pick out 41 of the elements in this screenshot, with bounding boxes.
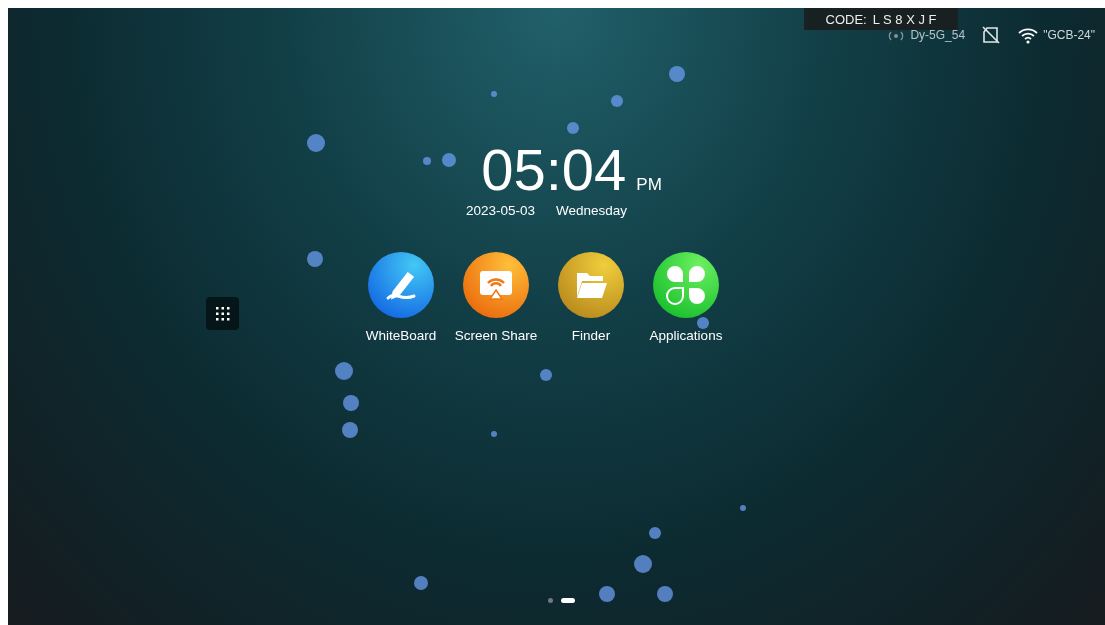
bubble bbox=[697, 317, 709, 329]
bubble bbox=[442, 153, 456, 167]
bubble bbox=[649, 527, 661, 539]
bubble bbox=[343, 395, 359, 411]
bubble bbox=[611, 95, 623, 107]
code-label: CODE: bbox=[825, 11, 867, 27]
clock-ampm: PM bbox=[636, 175, 662, 195]
clock-time: 05:04 bbox=[481, 141, 627, 199]
code-value: L S 8 X J F bbox=[872, 11, 937, 27]
app-label[interactable]: WhiteBoard bbox=[365, 328, 437, 343]
whiteboard-app-icon[interactable] bbox=[368, 252, 434, 318]
grid-icon bbox=[215, 306, 230, 321]
app-label[interactable]: Finder bbox=[571, 328, 611, 343]
hotspot-name: Dy-5G_54 bbox=[910, 28, 966, 42]
bubble bbox=[414, 576, 428, 590]
screenshare-app-icon[interactable] bbox=[463, 252, 529, 318]
weekday-text: Wednesday bbox=[556, 203, 628, 218]
bubble bbox=[307, 251, 323, 267]
bubble bbox=[540, 369, 552, 381]
date-text: 2023-05-03 bbox=[465, 203, 535, 218]
bubble bbox=[491, 431, 497, 437]
page-indicator[interactable] bbox=[561, 598, 575, 603]
bubble bbox=[491, 91, 497, 97]
app-drawer-button[interactable] bbox=[206, 297, 239, 330]
no-sd-card-icon bbox=[981, 25, 1002, 45]
bubble bbox=[599, 586, 615, 602]
bubble bbox=[567, 122, 579, 134]
bubble bbox=[335, 362, 353, 380]
bubble bbox=[669, 66, 685, 82]
bubble bbox=[634, 555, 652, 573]
bubble bbox=[342, 422, 358, 438]
bubble bbox=[423, 157, 431, 165]
app-label[interactable]: Screen Share bbox=[454, 328, 538, 343]
finder-app-icon[interactable] bbox=[558, 252, 624, 318]
bubble bbox=[657, 586, 673, 602]
app-label[interactable]: Applications bbox=[649, 328, 723, 343]
wifi-icon bbox=[1017, 26, 1040, 44]
bubble bbox=[307, 134, 325, 152]
bubble bbox=[740, 505, 746, 511]
applications-app-icon[interactable] bbox=[653, 252, 719, 318]
wifi-name: "GCB-24" bbox=[1043, 28, 1095, 42]
